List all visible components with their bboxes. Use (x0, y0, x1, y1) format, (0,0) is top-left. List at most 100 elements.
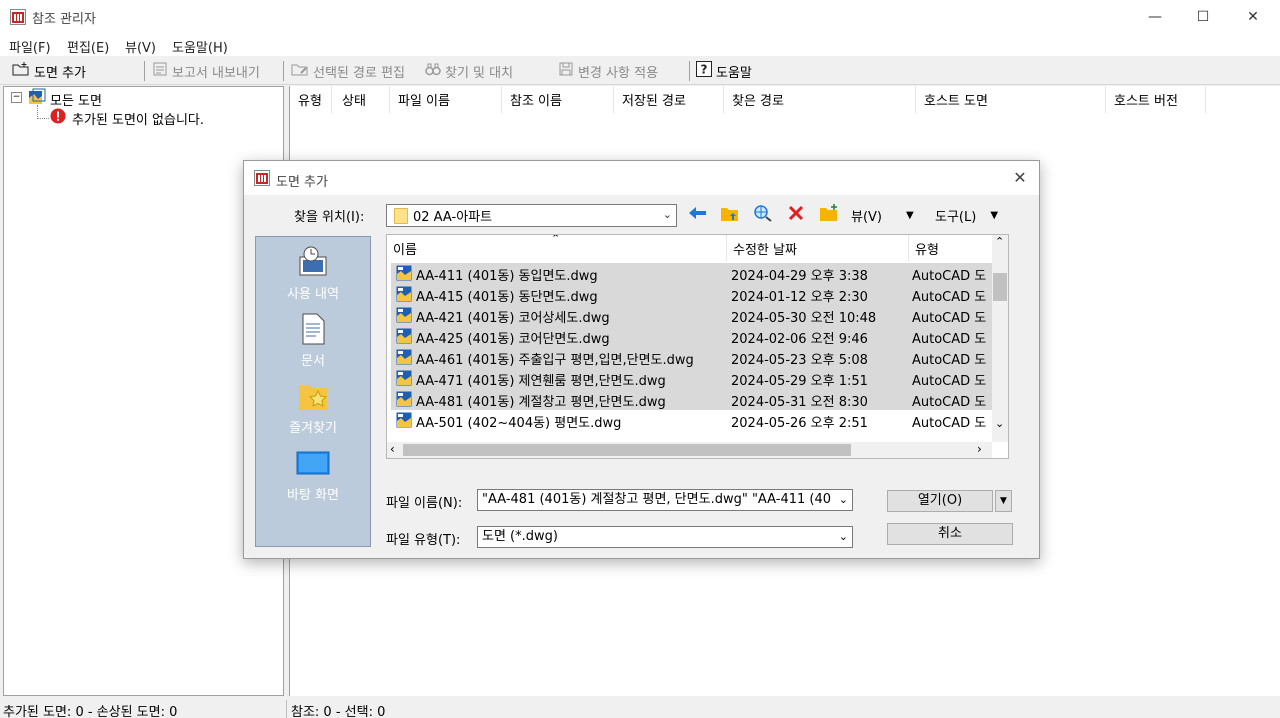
edit-path-button[interactable]: 선택된 경로 편집 (291, 60, 405, 82)
menu-help[interactable]: 도움말(H) (172, 37, 228, 56)
dialog-close-button[interactable]: ✕ (1008, 168, 1032, 188)
file-header-type[interactable]: 유형 (909, 235, 999, 261)
file-name-value: "AA-481 (401동) 계절창고 평면, 단면도.dwg" "AA-411… (482, 492, 832, 507)
look-in-combo[interactable]: 02 AA-아파트 ⌄ (386, 204, 677, 227)
vertical-scrollbar[interactable]: ⌃ ⌄ (992, 235, 1008, 442)
file-type-cell: AutoCAD 도 (912, 416, 987, 431)
horizontal-scrollbar[interactable]: ‹ › (387, 442, 992, 458)
up-folder-icon (720, 204, 740, 226)
place-documents[interactable]: 문서 (256, 312, 370, 369)
toolbar: 도면 추가 보고서 내보내기 선택된 경로 편집 찾기 및 대치 변경 사항 적… (0, 57, 1280, 85)
documents-icon (296, 312, 330, 346)
file-row[interactable]: AA-411 (401동) 동입면도.dwg 2024-04-29 오후 3:38… (391, 263, 992, 284)
dialog-title-bar: 도면 추가 ✕ (244, 161, 1039, 195)
up-folder-button[interactable] (720, 204, 740, 226)
place-history-label: 사용 내역 (287, 287, 339, 302)
file-header-name-label: 이름 (393, 242, 417, 258)
open-button[interactable]: 열기(O) (887, 490, 993, 512)
folder-icon (394, 207, 408, 224)
report-icon (152, 61, 168, 81)
file-date-cell: 2024-04-29 오후 3:38 (731, 269, 868, 284)
search-web-button[interactable] (753, 204, 773, 226)
file-type-cell: AutoCAD 도 (912, 290, 987, 305)
file-name-cell: AA-501 (402~404동) 평면도.dwg (416, 416, 622, 431)
file-date-cell: 2024-02-06 오전 9:46 (731, 332, 868, 347)
history-icon (296, 245, 330, 279)
toolbar-separator (283, 61, 284, 81)
file-type-cell: AutoCAD 도 (912, 311, 987, 326)
delete-button[interactable] (788, 204, 804, 226)
close-button[interactable]: ✕ (1230, 0, 1276, 34)
app-icon (254, 170, 270, 190)
favorites-icon (296, 379, 330, 413)
file-name-cell: AA-415 (401동) 동단면도.dwg (416, 290, 598, 305)
menu-edit[interactable]: 편집(E) (67, 37, 109, 56)
file-row[interactable]: AA-421 (401동) 코어상세도.dwg 2024-05-30 오전 10:… (391, 305, 992, 326)
dwg-file-icon (396, 349, 412, 365)
file-name-cell: AA-461 (401동) 주출입구 평면,입면,단면도.dwg (416, 353, 694, 368)
file-type-select[interactable]: 도면 (*.dwg) ⌄ (477, 526, 853, 548)
column-header-type[interactable]: 유형 (290, 86, 332, 113)
error-icon (50, 108, 66, 128)
menu-view[interactable]: 뷰(V) (125, 37, 156, 56)
export-report-button[interactable]: 보고서 내보내기 (152, 60, 260, 82)
file-list[interactable]: 이름 ⌃ 수정한 날짜 유형 AA-411 (401동) 동입면도.dwg 202… (386, 234, 1009, 459)
menu-file[interactable]: 파일(F) (9, 37, 51, 56)
place-favorites[interactable]: 즐겨찾기 (256, 379, 370, 436)
place-history[interactable]: 사용 내역 (256, 245, 370, 302)
column-header-found-path[interactable]: 찾은 경로 (724, 86, 916, 113)
open-dropdown-button[interactable]: ▼ (995, 490, 1012, 512)
dwg-file-icon (396, 370, 412, 386)
dwg-file-icon (396, 265, 412, 281)
minimize-button[interactable]: — (1132, 0, 1178, 34)
file-row[interactable]: AA-415 (401동) 동단면도.dwg 2024-01-12 오후 2:30… (391, 284, 992, 305)
desktop-icon (296, 446, 330, 480)
find-replace-button[interactable]: 찾기 및 대치 (425, 60, 513, 82)
file-row[interactable]: AA-461 (401동) 주출입구 평면,입면,단면도.dwg 2024-05-… (391, 347, 992, 368)
file-type-cell: AutoCAD 도 (912, 395, 987, 410)
column-header-status[interactable]: 상태 (334, 86, 390, 113)
help-label: 도움말 (716, 65, 752, 81)
new-folder-button[interactable] (819, 204, 839, 226)
column-header-reference-name[interactable]: 참조 이름 (502, 86, 614, 113)
chevron-down-icon[interactable]: ⌄ (839, 490, 848, 510)
look-in-value: 02 AA-아파트 (413, 210, 493, 225)
file-row[interactable]: AA-481 (401동) 계절창고 평면,단면도.dwg 2024-05-31 … (391, 389, 992, 410)
file-row[interactable]: AA-471 (401동) 제연휀룸 평면,단면도.dwg 2024-05-29 … (391, 368, 992, 389)
column-header-file-name[interactable]: 파일 이름 (390, 86, 502, 113)
help-button[interactable]: ? 도움말 (696, 60, 752, 82)
tree-node-all-drawings[interactable]: 모든 도면 (28, 88, 102, 110)
tools-menu-button[interactable]: 도구(L) ▼ (935, 204, 998, 226)
add-drawing-button[interactable]: 도면 추가 (12, 60, 86, 82)
dwg-file-icon (396, 328, 412, 344)
view-menu-label: 뷰(V) (851, 209, 882, 225)
tree-collapse-toggle[interactable]: − (11, 92, 22, 103)
dwg-file-icon (396, 307, 412, 323)
file-name-input[interactable]: "AA-481 (401동) 계절창고 평면, 단면도.dwg" "AA-411… (477, 489, 853, 511)
column-header-host-version[interactable]: 호스트 버전 (1106, 86, 1206, 113)
scroll-right-icon: › (977, 442, 982, 456)
vertical-scroll-thumb[interactable] (993, 273, 1007, 301)
status-divider (286, 700, 287, 718)
dialog-title: 도면 추가 (276, 175, 328, 190)
cancel-button[interactable]: 취소 (887, 523, 1013, 545)
file-row[interactable]: AA-425 (401동) 코어단면도.dwg 2024-02-06 오전 9:4… (391, 326, 992, 347)
svg-text:?: ? (701, 63, 708, 77)
apply-changes-button[interactable]: 변경 사항 적용 (558, 60, 658, 82)
chevron-down-icon: ⌄ (838, 530, 848, 543)
column-header-saved-path[interactable]: 저장된 경로 (614, 86, 724, 113)
back-button[interactable] (688, 204, 708, 226)
horizontal-scroll-thumb[interactable] (403, 444, 851, 456)
file-name-cell: AA-411 (401동) 동입면도.dwg (416, 269, 598, 284)
file-header-name[interactable]: 이름 ⌃ (387, 235, 727, 261)
status-drawings: 추가된 도면: 0 - 손상된 도면: 0 (3, 705, 178, 718)
title-bar: 참조 관리자 — ☐ ✕ (0, 0, 1280, 34)
place-desktop[interactable]: 바탕 화면 (256, 446, 370, 503)
sort-up-icon: ⌃ (551, 234, 561, 245)
maximize-button[interactable]: ☐ (1180, 0, 1226, 34)
drawing-tree[interactable]: − 모든 도면 추가된 도면이 없습니다. (3, 86, 284, 696)
file-header-date[interactable]: 수정한 날짜 (727, 235, 909, 261)
file-row[interactable]: AA-501 (402~404동) 평면도.dwg 2024-05-26 오후 2… (391, 410, 992, 431)
view-menu-button[interactable]: 뷰(V) ▼ (851, 204, 914, 226)
column-header-host-drawing[interactable]: 호스트 도면 (916, 86, 1106, 113)
